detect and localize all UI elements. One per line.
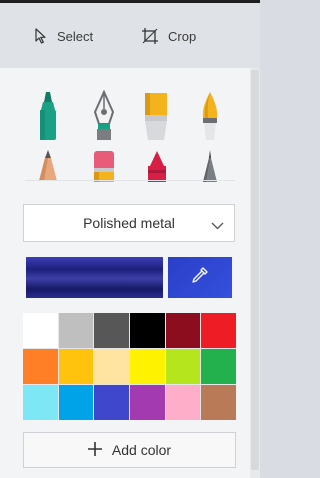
color-swatch[interactable] [23,313,58,348]
texture-dropdown-value: Polished metal [83,215,175,231]
brush-divider [25,180,235,181]
color-swatch[interactable] [23,385,58,420]
marker-icon [28,90,68,142]
crop-icon [141,27,159,45]
chevron-down-icon [211,217,224,233]
color-swatch[interactable] [201,385,236,420]
brush-pixel-pen[interactable] [190,148,230,182]
brush-watercolor[interactable] [190,90,230,142]
pencil-icon [28,148,68,182]
brush-crayon[interactable] [137,148,177,182]
color-swatch[interactable] [130,385,165,420]
panel-scrollbar-thumb[interactable] [251,70,259,470]
eyedropper-button[interactable] [168,257,232,298]
eraser-icon [84,148,124,182]
color-swatch[interactable] [130,349,165,384]
brush-pencil[interactable] [28,148,68,182]
select-label: Select [57,28,94,44]
color-swatch[interactable] [165,349,201,384]
round-brush-icon [190,90,230,142]
crop-label: Crop [168,28,197,44]
color-swatch[interactable] [201,313,236,348]
color-swatch[interactable] [165,385,201,420]
color-swatch[interactable] [58,313,94,348]
color-swatch[interactable] [165,313,201,348]
fountain-pen-icon [84,90,124,142]
crayon-icon [137,148,177,182]
select-button[interactable]: Select [34,21,93,51]
crop-button[interactable]: Crop [141,21,196,51]
texture-dropdown[interactable]: Polished metal [23,204,235,242]
pixel-pen-icon [190,148,230,182]
color-swatch[interactable] [201,349,236,384]
brush-calligraphy-pen[interactable] [84,90,124,142]
eyedropper-icon [191,266,209,289]
select-cursor-icon [34,28,48,44]
color-swatch[interactable] [94,313,129,348]
color-palette [23,313,236,420]
current-color-swatch[interactable] [26,257,163,298]
color-swatch[interactable] [58,349,94,384]
color-swatch[interactable] [130,313,165,348]
brush-oil[interactable] [137,90,177,142]
add-color-label: Add color [111,442,172,458]
brush-marker[interactable] [28,90,68,142]
color-swatch[interactable] [58,385,94,420]
add-color-button[interactable]: Add color [23,432,236,468]
plus-icon [87,441,102,459]
toolbar: Select Crop [0,3,260,68]
color-swatch[interactable] [94,349,129,384]
flat-brush-icon [137,90,177,142]
brush-eraser[interactable] [84,148,124,182]
color-swatch[interactable] [94,385,129,420]
color-swatch[interactable] [23,349,58,384]
